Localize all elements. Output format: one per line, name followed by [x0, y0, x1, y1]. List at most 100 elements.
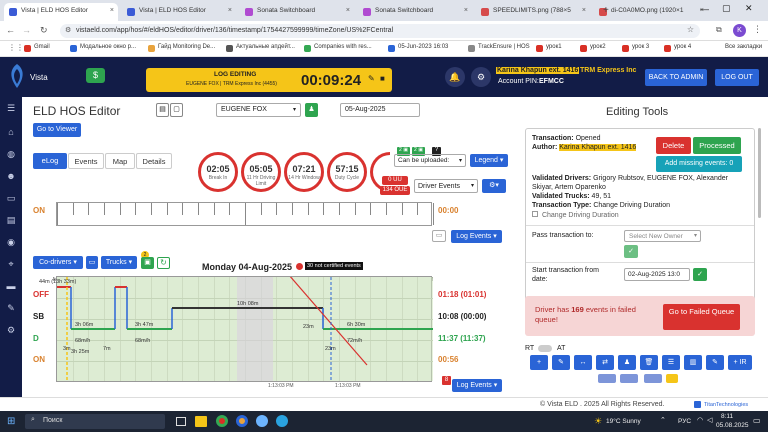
- chrome-app-icon[interactable]: [216, 415, 228, 427]
- edit-tool-button[interactable]: ✎: [552, 355, 570, 370]
- bookmark-item[interactable]: Модальное окно р...: [70, 44, 136, 52]
- tab-elog[interactable]: eLog: [33, 153, 67, 169]
- bookmark-item[interactable]: урок 3: [622, 44, 649, 52]
- close-tab-icon[interactable]: ×: [228, 7, 232, 14]
- maximize-icon[interactable]: ▢: [722, 3, 731, 14]
- minimize-icon[interactable]: —: [700, 4, 709, 14]
- url-field[interactable]: ⚙ vistaeld.com/app/hos/#/eldHOS/editor/d…: [60, 24, 700, 38]
- add-missing-events-button[interactable]: Add missing events: 0: [656, 156, 742, 172]
- confirm-owner-button[interactable]: ✓: [624, 245, 638, 258]
- co-drivers-button[interactable]: Co-drivers ▾: [33, 256, 83, 269]
- site-info-icon[interactable]: ⚙: [65, 26, 71, 34]
- print-view-button[interactable]: ▢: [170, 103, 183, 117]
- close-tab-icon[interactable]: ×: [346, 7, 350, 14]
- swap-tool-button[interactable]: ⇄: [596, 355, 614, 370]
- wrench-icon[interactable]: ✎: [6, 303, 16, 313]
- bookmark-item[interactable]: TrackEnsure | HOS: [468, 44, 530, 52]
- browser-tab[interactable]: di-C0A0MO.png (1920×1 ×: [594, 3, 708, 21]
- stop-timer-icon[interactable]: ■: [380, 74, 385, 83]
- can-be-uploaded-select[interactable]: Can be uploaded: ▾: [394, 154, 466, 167]
- card-icon[interactable]: ▬: [6, 281, 16, 291]
- document-view-button[interactable]: ▤: [156, 103, 169, 117]
- truck-assign-button[interactable]: ▣: [141, 257, 154, 269]
- driver-tool-button[interactable]: ♟: [618, 355, 636, 370]
- vista-logo[interactable]: [6, 63, 28, 89]
- chrome-app-icon-2[interactable]: [236, 415, 248, 427]
- change-duration-checkbox-row[interactable]: Change Driving Duration: [532, 211, 619, 219]
- tray-chevron-icon[interactable]: ⌃: [660, 416, 666, 424]
- browser-tab[interactable]: Sonata Switchboard ×: [358, 3, 472, 21]
- volume-icon[interactable]: ◁: [707, 416, 712, 424]
- close-tab-icon[interactable]: ×: [110, 7, 114, 14]
- users-icon[interactable]: ☻: [6, 171, 16, 181]
- notifications-button[interactable]: 🔔: [445, 67, 465, 87]
- add-ir-tool-button[interactable]: + IR: [728, 355, 752, 370]
- close-tab-icon[interactable]: ×: [464, 7, 468, 14]
- legend-button[interactable]: Legend ▾: [470, 154, 508, 167]
- tab-events[interactable]: Events: [68, 153, 104, 169]
- profile-avatar[interactable]: K: [733, 24, 746, 37]
- taskbar-search[interactable]: ⌕ Поиск: [25, 414, 165, 429]
- bookmark-item[interactable]: урок1: [536, 44, 562, 52]
- columns-tool-button[interactable]: ▥: [684, 355, 702, 370]
- log-events-button-top[interactable]: Log Events ▾: [451, 230, 502, 243]
- date-field[interactable]: 05-Aug-2025: [340, 103, 420, 117]
- confirm-start-date-button[interactable]: ✓: [693, 268, 707, 281]
- extra-tool-button[interactable]: [644, 374, 662, 383]
- truck-icon[interactable]: ▭: [6, 193, 16, 203]
- driver-events-select[interactable]: Driver Events ▾: [414, 179, 478, 193]
- tab-details[interactable]: Details: [136, 153, 172, 169]
- extra-tool-button[interactable]: [666, 374, 678, 383]
- support-icon[interactable]: ◉: [6, 237, 16, 247]
- notification-center-icon[interactable]: ▭: [753, 416, 761, 425]
- browser-tab[interactable]: SPEEDLIMITS.png (788×5 ×: [476, 3, 590, 21]
- processed-button[interactable]: Processed: [693, 137, 741, 154]
- extra-tool-button[interactable]: [598, 374, 616, 383]
- location-icon[interactable]: ⌖: [6, 259, 16, 269]
- apps-grid-icon[interactable]: ⋮⋮: [8, 43, 24, 52]
- menu-icon[interactable]: ☰: [6, 103, 16, 113]
- bookmark-item[interactable]: урок2: [580, 44, 606, 52]
- start-date-field[interactable]: 02-Aug-2025 13:0: [624, 268, 690, 281]
- back-arrow-icon[interactable]: ←: [6, 25, 15, 35]
- edit-timer-icon[interactable]: ✎: [368, 74, 375, 83]
- back-to-admin-button[interactable]: BACK TO ADMIN: [645, 69, 707, 86]
- bookmark-item[interactable]: Gmail: [24, 44, 50, 52]
- refresh-button[interactable]: ↻: [157, 257, 170, 269]
- list-tool-button[interactable]: ☰: [662, 355, 680, 370]
- extra-tool-button[interactable]: [620, 374, 638, 383]
- go-to-failed-queue-button[interactable]: Go to Failed Queue: [663, 304, 740, 330]
- all-bookmarks-link[interactable]: Все закладки: [725, 44, 762, 50]
- cog-icon[interactable]: ⚙: [6, 325, 16, 335]
- browser-tab[interactable]: Sonata Switchboard ×: [240, 3, 354, 21]
- bookmark-star-icon[interactable]: ☆: [687, 25, 694, 34]
- driver-select[interactable]: EUGENE FOX ▾: [216, 103, 301, 117]
- extensions-icon[interactable]: ⧉: [716, 25, 722, 35]
- task-view-icon[interactable]: [176, 417, 186, 426]
- rt-at-toggle[interactable]: [538, 345, 552, 352]
- weather-text[interactable]: 19°C Sunny: [606, 418, 641, 425]
- clock-date[interactable]: 05.08.2025: [716, 422, 749, 429]
- close-window-icon[interactable]: ✕: [745, 3, 753, 14]
- shift-tool-button[interactable]: ↔: [574, 355, 592, 370]
- bookmark-item[interactable]: Актуальные апдейт...: [226, 44, 295, 52]
- money-button[interactable]: $: [86, 68, 105, 83]
- app-icon[interactable]: [256, 415, 268, 427]
- trucks-button[interactable]: Trucks ▾: [101, 256, 137, 269]
- clock-time[interactable]: 8:11: [721, 413, 733, 420]
- wifi-icon[interactable]: ◠: [697, 416, 703, 424]
- windows-start-icon[interactable]: ⊞: [7, 416, 15, 427]
- reload-icon[interactable]: ↻: [40, 25, 48, 36]
- forward-arrow-icon[interactable]: →: [22, 25, 31, 35]
- tab-map[interactable]: Map: [105, 153, 135, 169]
- telegram-app-icon[interactable]: [276, 415, 288, 427]
- graph-settings-button[interactable]: ⚙▾: [482, 179, 506, 193]
- go-to-viewer-button[interactable]: Go to Viewer: [33, 123, 81, 137]
- log-events-button-bottom[interactable]: Log Events ▾: [452, 379, 502, 392]
- driver-profile-button[interactable]: ♟: [305, 103, 318, 117]
- globe-icon[interactable]: ◍: [6, 149, 16, 159]
- language-indicator[interactable]: РУС: [678, 418, 691, 425]
- home-icon[interactable]: ⌂: [6, 127, 16, 137]
- bookmark-item[interactable]: Гайд Monitoring De...: [148, 44, 215, 52]
- explorer-app-icon[interactable]: [195, 416, 207, 427]
